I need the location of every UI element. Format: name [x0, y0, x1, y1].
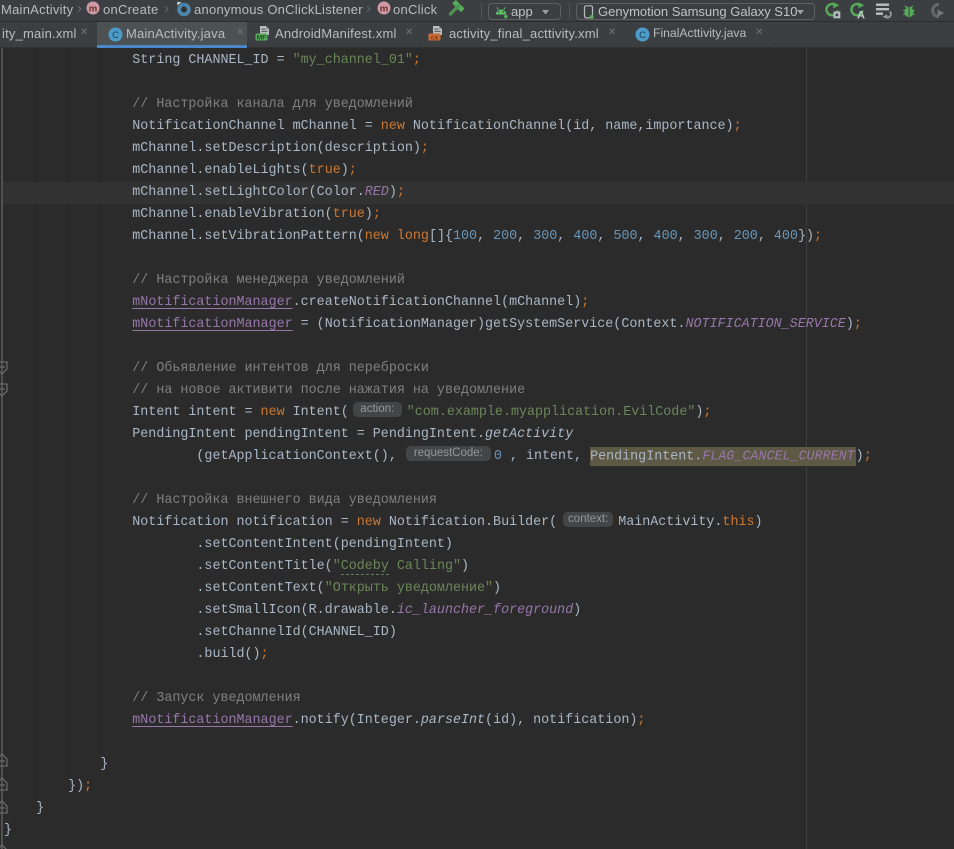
svg-text:MF: MF [257, 34, 267, 41]
svg-text:m: m [380, 4, 388, 15]
svg-text:C: C [639, 30, 646, 41]
svg-text:m: m [89, 4, 97, 15]
svg-text:A: A [857, 10, 865, 20]
svg-text:C: C [112, 30, 119, 41]
svg-text:cx: cx [431, 34, 439, 41]
